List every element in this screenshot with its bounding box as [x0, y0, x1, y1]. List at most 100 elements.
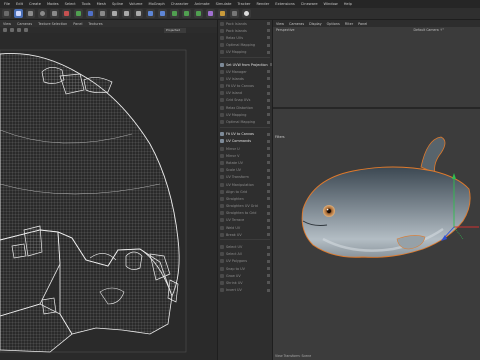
uv-tool-icon[interactable]: [10, 28, 14, 32]
command-item[interactable]: UV Mapping: [218, 111, 272, 118]
command-item[interactable]: Fit UV to Canvas: [218, 131, 272, 138]
command-options-icon[interactable]: [267, 50, 270, 54]
command-options-icon[interactable]: [267, 29, 270, 33]
command-item[interactable]: Weld UV: [218, 224, 272, 231]
fish-model[interactable]: [273, 109, 480, 360]
uv-tool-icon[interactable]: [17, 28, 21, 32]
command-item[interactable]: UV Transform: [218, 174, 272, 181]
command-options-icon[interactable]: [267, 204, 270, 208]
command-options-icon[interactable]: [267, 36, 270, 40]
viewport-menu-item[interactable]: View: [276, 22, 284, 26]
command-options-icon[interactable]: [267, 288, 270, 292]
command-options-icon[interactable]: [267, 147, 270, 151]
command-item[interactable]: Relax Distortion: [218, 104, 272, 111]
command-item[interactable]: Straighten: [218, 195, 272, 202]
3d-viewport[interactable]: Filters View Transform: Scene: [273, 109, 480, 360]
menu-item[interactable]: Simulate: [216, 2, 232, 6]
command-item[interactable]: UV Terrace: [218, 217, 272, 224]
command-item[interactable]: Set UVW from Projection: [218, 61, 272, 68]
command-options-icon[interactable]: [267, 161, 270, 165]
command-options-icon[interactable]: [267, 197, 270, 201]
command-options-icon[interactable]: [267, 245, 270, 249]
menu-item[interactable]: Help: [344, 2, 352, 6]
pen-icon[interactable]: [158, 9, 167, 18]
menu-item[interactable]: File: [4, 2, 10, 6]
command-options-icon[interactable]: [267, 183, 270, 187]
command-options-icon[interactable]: [267, 218, 270, 222]
command-item[interactable]: Pack Islands: [218, 27, 272, 34]
command-item[interactable]: UV Manager: [218, 68, 272, 75]
viewport-menu-item[interactable]: Display: [309, 22, 322, 26]
command-item[interactable]: Relax UVs: [218, 34, 272, 41]
command-item[interactable]: UV Manipulation: [218, 181, 272, 188]
scale-icon[interactable]: [26, 9, 35, 18]
viewport-menu-item[interactable]: Filter: [345, 22, 353, 26]
command-item[interactable]: UV Polygons: [218, 258, 272, 265]
command-options-icon[interactable]: [267, 259, 270, 263]
menu-item[interactable]: Cineware: [301, 2, 318, 6]
command-item[interactable]: UV Mapping: [218, 49, 272, 56]
subdivision-icon[interactable]: [170, 9, 179, 18]
uv-menu-item[interactable]: View: [3, 22, 11, 26]
cloner-icon[interactable]: [194, 9, 203, 18]
command-item[interactable]: Grow UV: [218, 272, 272, 279]
command-item[interactable]: Straighten UV Grid: [218, 203, 272, 210]
command-options-icon[interactable]: [267, 120, 270, 124]
command-item[interactable]: Rotate UV: [218, 159, 272, 166]
command-item[interactable]: Optimal Mapping: [218, 118, 272, 125]
render-view-icon[interactable]: [110, 9, 119, 18]
viewport-menu-item[interactable]: Cameras: [289, 22, 304, 26]
menu-item[interactable]: MoGraph: [148, 2, 164, 6]
menu-item[interactable]: Window: [324, 2, 338, 6]
command-item[interactable]: Align to Grid: [218, 188, 272, 195]
z-axis-icon[interactable]: [86, 9, 95, 18]
command-item[interactable]: Pack Islands: [218, 20, 272, 27]
command-options-icon[interactable]: [267, 113, 270, 117]
command-options-icon[interactable]: [267, 211, 270, 215]
command-options-icon[interactable]: [267, 233, 270, 237]
array-icon[interactable]: [182, 9, 191, 18]
command-options-icon[interactable]: [267, 70, 270, 74]
menu-item[interactable]: Spline: [112, 2, 123, 6]
command-options-icon[interactable]: [267, 91, 270, 95]
uv-canvas[interactable]: [0, 34, 217, 360]
command-options-icon[interactable]: [267, 22, 270, 26]
command-item[interactable]: UV Islands: [218, 75, 272, 82]
command-options-icon[interactable]: [267, 98, 270, 102]
command-item[interactable]: Fit UV to Canvas: [218, 83, 272, 90]
rotate-icon[interactable]: [38, 9, 47, 18]
command-item[interactable]: Snap to UV: [218, 265, 272, 272]
render-icon[interactable]: [122, 9, 131, 18]
menu-item[interactable]: Character: [171, 2, 189, 6]
uv-menu-item[interactable]: Texture Selection: [38, 22, 67, 26]
command-item[interactable]: Select All: [218, 251, 272, 258]
menu-item[interactable]: Create: [29, 2, 41, 6]
command-options-icon[interactable]: [269, 63, 272, 67]
viewport-menu-item[interactable]: Panel: [358, 22, 367, 26]
command-item[interactable]: Mirror V: [218, 152, 272, 159]
menu-item[interactable]: Mesh: [97, 2, 106, 6]
deformer-icon[interactable]: [206, 9, 215, 18]
move-icon[interactable]: [14, 9, 23, 18]
command-item[interactable]: Break UV: [218, 231, 272, 238]
floor-icon[interactable]: [218, 9, 227, 18]
projection-dropdown[interactable]: Projected: [164, 27, 186, 33]
command-options-icon[interactable]: [267, 267, 270, 271]
menu-item[interactable]: Extensions: [275, 2, 295, 6]
command-item[interactable]: Shrink UV: [218, 279, 272, 286]
command-item[interactable]: Optimal Mapping: [218, 42, 272, 49]
menu-item[interactable]: Edit: [16, 2, 23, 6]
command-options-icon[interactable]: [267, 190, 270, 194]
command-options-icon[interactable]: [267, 226, 270, 230]
command-options-icon[interactable]: [267, 106, 270, 110]
command-options-icon[interactable]: [267, 168, 270, 172]
light-icon[interactable]: [242, 9, 251, 18]
select-icon[interactable]: [50, 9, 59, 18]
menu-item[interactable]: Animate: [195, 2, 210, 6]
y-axis-icon[interactable]: [74, 9, 83, 18]
command-options-icon[interactable]: [267, 77, 270, 81]
command-item[interactable]: Select UV: [218, 243, 272, 250]
viewport-top[interactable]: Perspective Default Camera ↑°: [273, 27, 480, 107]
x-axis-icon[interactable]: [62, 9, 71, 18]
uv-tool-icon[interactable]: [3, 28, 7, 32]
